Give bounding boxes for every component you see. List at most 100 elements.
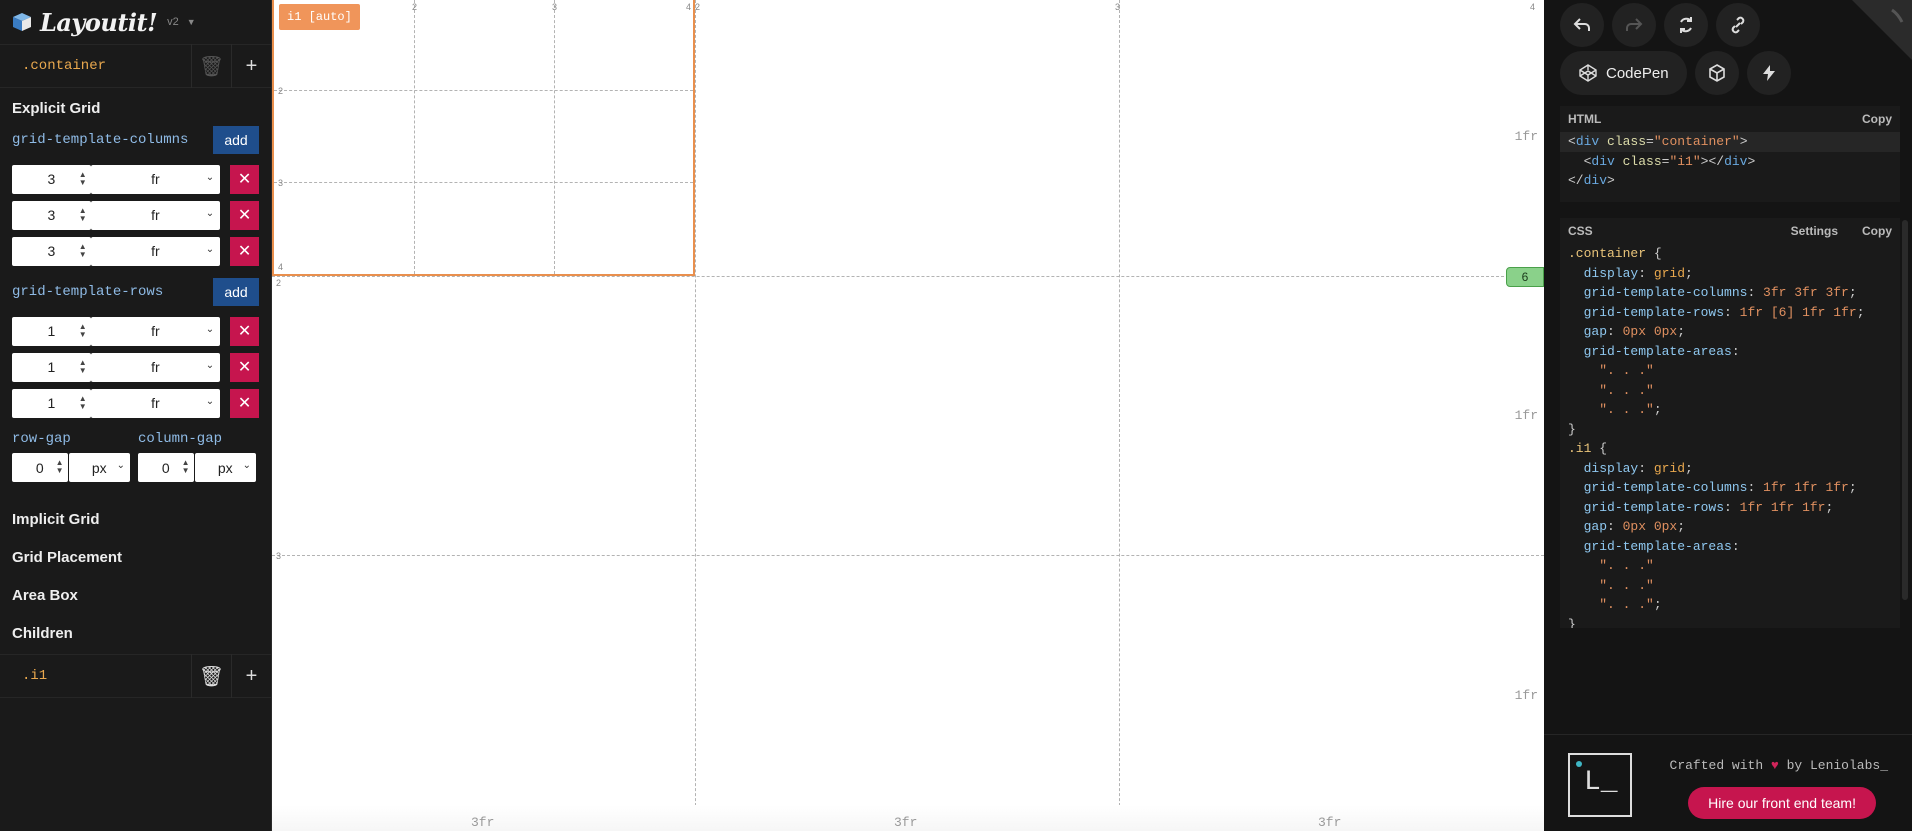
codepen-button[interactable]: CodePen	[1560, 51, 1687, 95]
toolbar-row-1	[1544, 3, 1760, 47]
crafted-label: Crafted with	[1669, 758, 1764, 773]
remove-column-button[interactable]: ✕	[230, 200, 259, 230]
row-track-row: 1 ▲ ▼ fr ⌄ ✕	[0, 385, 271, 421]
remove-column-button[interactable]: ✕	[230, 236, 259, 266]
crafted-by[interactable]: by Leniolabs_	[1787, 758, 1888, 773]
grid-canvas[interactable]: 2 3 4 2 3 4 2 3 4 2 3 4 i1 [auto] 1fr 1f…	[272, 0, 1544, 831]
html-code[interactable]: <div class="container"> <div class="i1">…	[1560, 132, 1900, 191]
add-row-button[interactable]: add	[213, 278, 259, 306]
crafted-text: Crafted with ♥ by Leniolabs_	[1670, 758, 1888, 773]
remove-row-button[interactable]: ✕	[230, 388, 259, 418]
row-unit-select[interactable]: fr ⌄	[90, 352, 221, 382]
column-track-row: 3 ▲ ▼ fr ⌄ ✕	[0, 233, 271, 269]
column-line-number: 2	[695, 2, 701, 12]
row-line-number: 3	[276, 551, 282, 561]
plus-icon[interactable]: +	[231, 44, 271, 88]
css-scrollbar[interactable]	[1902, 220, 1908, 600]
row-value-input[interactable]: 1 ▲ ▼	[12, 316, 91, 346]
row-track-row: 1 ▲ ▼ fr ⌄ ✕	[0, 313, 271, 349]
codepen-icon	[1579, 64, 1597, 82]
heart-icon: ♥	[1770, 758, 1779, 773]
logo-dot	[1576, 761, 1582, 767]
section-implicit-grid[interactable]: Implicit Grid	[0, 500, 271, 538]
link-icon[interactable]	[1716, 3, 1760, 47]
app-title[interactable]: Layoutit!	[40, 8, 158, 37]
reset-icon[interactable]	[1664, 3, 1708, 47]
cube-logo-icon	[12, 12, 32, 32]
row-size-label: 1fr	[1514, 129, 1538, 144]
trash-icon[interactable]: 🗑	[191, 654, 231, 698]
column-unit-select[interactable]: fr ⌄	[90, 164, 221, 194]
row-gap-unit-select[interactable]: px ⌄	[68, 453, 130, 482]
nested-grid-line-column	[414, 0, 415, 274]
css-settings-button[interactable]: Settings	[1791, 224, 1838, 238]
code-panel: CodePen HTML Copy <div class="container"…	[1544, 0, 1912, 831]
html-title: HTML	[1568, 112, 1602, 126]
undo-icon[interactable]	[1560, 3, 1604, 47]
grid-item-i1[interactable]: 2 3 4 2 3 4 i1 [auto]	[272, 0, 695, 276]
column-track-row: 3 ▲ ▼ fr ⌄ ✕	[0, 161, 271, 197]
codesandbox-icon[interactable]	[1694, 51, 1739, 95]
section-grid-placement[interactable]: Grid Placement	[0, 538, 271, 576]
sidebar: Layoutit! v2 ▼ .container 🗑 + Explicit G…	[0, 0, 272, 831]
row-badge[interactable]: 6	[1506, 267, 1544, 287]
chevron-down-icon[interactable]: ▼	[187, 17, 196, 27]
css-code-box: CSS Settings Copy .container { display: …	[1560, 218, 1900, 628]
redo-icon[interactable]	[1612, 3, 1656, 47]
row-gap-input[interactable]: 0 ▲ ▼	[12, 453, 68, 482]
nested-column-line-number: 4	[686, 2, 692, 12]
item-tag[interactable]: i1 [auto]	[279, 4, 360, 30]
column-value-input[interactable]: 3 ▲ ▼	[12, 236, 91, 266]
css-code[interactable]: .container { display: grid; grid-templat…	[1560, 244, 1900, 628]
row-value-input[interactable]: 1 ▲ ▼	[12, 388, 91, 418]
column-unit-select[interactable]: fr ⌄	[90, 236, 221, 266]
plus-icon[interactable]: +	[231, 654, 271, 698]
css-copy-button[interactable]: Copy	[1862, 224, 1892, 238]
toolbar-row-2: CodePen	[1544, 51, 1791, 95]
row-value-input[interactable]: 1 ▲ ▼	[12, 352, 91, 382]
leniolabs-logo[interactable]: L_	[1568, 753, 1632, 817]
child-selector[interactable]: .i1	[0, 668, 191, 684]
nested-grid-line-row	[274, 90, 693, 91]
html-copy-button[interactable]: Copy	[1862, 112, 1892, 126]
lightning-icon[interactable]	[1746, 51, 1791, 95]
add-column-button[interactable]: add	[213, 126, 259, 154]
row-track-row: 1 ▲ ▼ fr ⌄ ✕	[0, 349, 271, 385]
hire-button[interactable]: Hire our front end team!	[1688, 787, 1876, 819]
grid-line-row	[272, 276, 1544, 277]
row-unit-select[interactable]: fr ⌄	[90, 388, 221, 418]
column-size-label: 3fr	[1318, 815, 1342, 830]
column-unit-select[interactable]: fr ⌄	[90, 200, 221, 230]
column-gap-unit-select[interactable]: px ⌄	[194, 453, 256, 482]
rows-header: grid-template-rows add	[0, 277, 271, 307]
trash-icon[interactable]: 🗑	[191, 44, 231, 88]
gap-row: row-gap 0 ▲ ▼ px ⌄ column-gap 0 ▲ ▼ px ⌄	[0, 431, 271, 482]
nested-column-line-number: 2	[412, 2, 418, 12]
html-code-header: HTML Copy	[1560, 106, 1900, 132]
remove-column-button[interactable]: ✕	[230, 164, 259, 194]
row-size-label: 1fr	[1514, 408, 1538, 423]
explicit-grid-title[interactable]: Explicit Grid	[0, 100, 271, 117]
column-value-input[interactable]: 3 ▲ ▼	[12, 164, 91, 194]
container-selector[interactable]: .container	[0, 58, 191, 74]
row-line-number: 2	[276, 278, 282, 288]
nested-row-line-number: 2	[278, 86, 284, 96]
row-unit-select[interactable]: fr ⌄	[90, 316, 221, 346]
container-selector-row: .container 🗑 +	[0, 44, 271, 88]
app-version[interactable]: v2	[167, 16, 179, 28]
css-code-header: CSS Settings Copy	[1560, 218, 1900, 244]
github-corner-icon[interactable]	[1852, 0, 1912, 60]
logo-row: Layoutit! v2 ▼	[0, 0, 271, 44]
nested-grid-line-column	[554, 0, 555, 274]
grid-line-column	[1119, 0, 1120, 831]
row-size-label: 1fr	[1514, 688, 1538, 703]
remove-row-button[interactable]: ✕	[230, 316, 259, 346]
footer: L_ Crafted with ♥ by Leniolabs_ Hire our…	[1544, 734, 1912, 831]
column-value-input[interactable]: 3 ▲ ▼	[12, 200, 91, 230]
remove-row-button[interactable]: ✕	[230, 352, 259, 382]
child-selector-row: .i1 🗑 +	[0, 654, 271, 698]
section-children[interactable]: Children	[0, 614, 271, 652]
rows-label: grid-template-rows	[12, 284, 164, 300]
section-area-box[interactable]: Area Box	[0, 576, 271, 614]
column-gap-input[interactable]: 0 ▲ ▼	[138, 453, 194, 482]
